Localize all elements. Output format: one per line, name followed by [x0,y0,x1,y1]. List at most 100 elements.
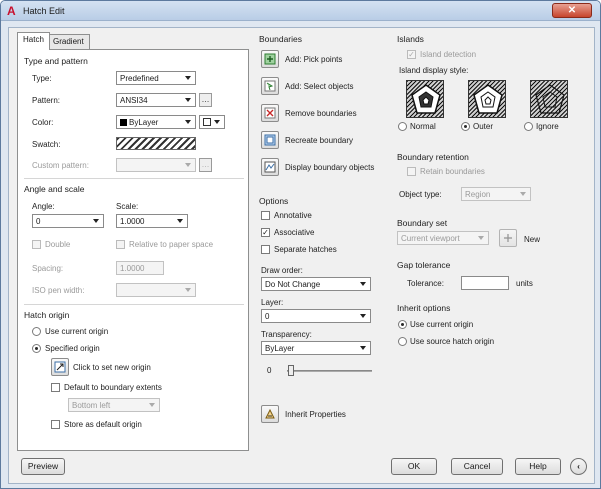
layer-select[interactable]: 0 [261,309,371,323]
inherit-source-origin-radio[interactable] [398,337,407,346]
island-outer-preview[interactable] [468,80,506,118]
divider [24,178,244,179]
preview-button[interactable]: Preview [21,458,65,475]
chevron-down-icon [93,219,99,223]
transparency-slider-thumb[interactable] [288,365,294,376]
spacing-input[interactable]: 1.0000 [116,261,164,275]
layer-value: 0 [265,312,270,321]
chevron-down-icon [185,288,191,292]
outer-island-icon [473,84,503,114]
island-normal-preview[interactable] [406,80,444,118]
remove-boundaries-button[interactable] [261,104,279,122]
island-style-label: Island display style: [399,66,469,75]
recreate-boundary-button[interactable] [261,131,279,149]
collapse-more-options-button[interactable]: ‹ [570,458,587,475]
cancel-button[interactable]: Cancel [451,458,503,475]
island-ignore-radio[interactable] [524,122,533,131]
double-label: Double [45,240,71,249]
angle-select[interactable]: 0 [32,214,104,228]
set-origin-button[interactable] [51,358,69,376]
custom-pattern-label: Custom pattern: [32,161,89,170]
autocad-logo-icon: A [7,4,16,18]
transparency-value: ByLayer [265,344,295,353]
retain-boundaries-checkbox[interactable] [407,167,416,176]
title-bar[interactable]: A Hatch Edit ✕ [1,1,600,21]
island-outer-radio[interactable] [461,122,470,131]
origin-position-select[interactable]: Bottom left [68,398,160,412]
transparency-select[interactable]: ByLayer [261,341,371,355]
close-button[interactable]: ✕ [552,3,592,18]
type-pattern-heading: Type and pattern [24,56,88,66]
annotative-checkbox[interactable] [261,211,270,220]
background-color-select[interactable] [199,115,225,129]
use-current-origin-radio[interactable] [32,327,41,336]
island-normal-radio[interactable] [398,122,407,131]
store-default-origin-label: Store as default origin [64,420,142,429]
boundary-set-value: Current viewport [401,234,460,243]
specified-origin-radio[interactable] [32,344,41,353]
transparency-slider[interactable] [287,370,372,372]
iso-pen-width-select[interactable] [116,283,196,297]
draw-order-value: Do Not Change [265,280,321,289]
inherit-current-origin-radio[interactable] [398,320,407,329]
annotative-label: Annotative [274,211,312,220]
scale-select[interactable]: 1.0000 [116,214,188,228]
chevron-down-icon [214,120,220,124]
display-boundary-objects-button[interactable] [261,158,279,176]
add-pick-points-button[interactable] [261,50,279,68]
help-button[interactable]: Help [515,458,561,475]
relative-paper-space-checkbox[interactable] [116,240,125,249]
ok-button[interactable]: OK [391,458,437,475]
type-label: Type: [32,74,52,83]
pattern-value: ANSI34 [120,96,148,105]
angle-value: 0 [36,217,41,226]
custom-pattern-select[interactable] [116,158,196,172]
islands-heading: Islands [397,34,424,44]
hatch-origin-heading: Hatch origin [24,310,70,320]
add-select-objects-button[interactable] [261,77,279,95]
color-select[interactable]: ByLayer [116,115,196,129]
island-detection-checkbox[interactable]: ✓ [407,50,416,59]
pattern-swatch[interactable] [116,137,196,150]
hatch-tab-panel: Type and pattern Type: Predefined Patter… [17,49,249,451]
pattern-select[interactable]: ANSI34 [116,93,196,107]
boundary-set-heading: Boundary set [397,218,448,228]
tab-hatch[interactable]: Hatch [17,32,50,50]
layer-label: Layer: [261,298,284,307]
specified-origin-label: Specified origin [45,344,100,353]
island-detection-label: Island detection [420,50,477,59]
island-ignore-label: Ignore [536,122,559,131]
inherit-properties-button[interactable] [261,405,279,423]
no-color-icon [203,118,211,126]
chevron-down-icon [360,282,366,286]
spacing-label: Spacing: [32,264,64,273]
chevron-down-icon [360,346,366,350]
draw-order-select[interactable]: Do Not Change [261,277,371,291]
island-ignore-preview[interactable] [530,80,568,118]
double-checkbox[interactable] [32,240,41,249]
draw-order-label: Draw order: [261,266,303,275]
display-boundary-objects-label: Display boundary objects [285,163,375,172]
remove-boundaries-icon [264,107,276,119]
tolerance-label: Tolerance: [407,279,444,288]
recreate-boundary-icon [264,134,276,146]
new-boundary-set-button[interactable] [499,229,517,247]
object-type-select[interactable]: Region [461,187,531,201]
associative-label: Associative [274,228,315,237]
associative-checkbox[interactable]: ✓ [261,228,270,237]
default-boundary-extents-checkbox[interactable] [51,383,60,392]
boundary-set-select[interactable]: Current viewport [397,231,489,245]
transparency-amount: 0 [267,366,272,375]
separate-hatches-checkbox[interactable] [261,245,270,254]
type-select[interactable]: Predefined [116,71,196,85]
tab-gradient[interactable]: Gradient [47,34,90,49]
recreate-boundary-label: Recreate boundary [285,136,354,145]
normal-island-icon [411,84,441,114]
iso-pen-width-label: ISO pen width: [32,286,85,295]
pick-points-icon [264,53,276,65]
tolerance-input[interactable]: 0 [461,276,509,290]
pattern-browse-button[interactable]: … [199,93,212,107]
chevron-down-icon [478,236,484,240]
store-default-origin-checkbox[interactable] [51,420,60,429]
custom-pattern-browse-button[interactable]: … [199,158,212,172]
